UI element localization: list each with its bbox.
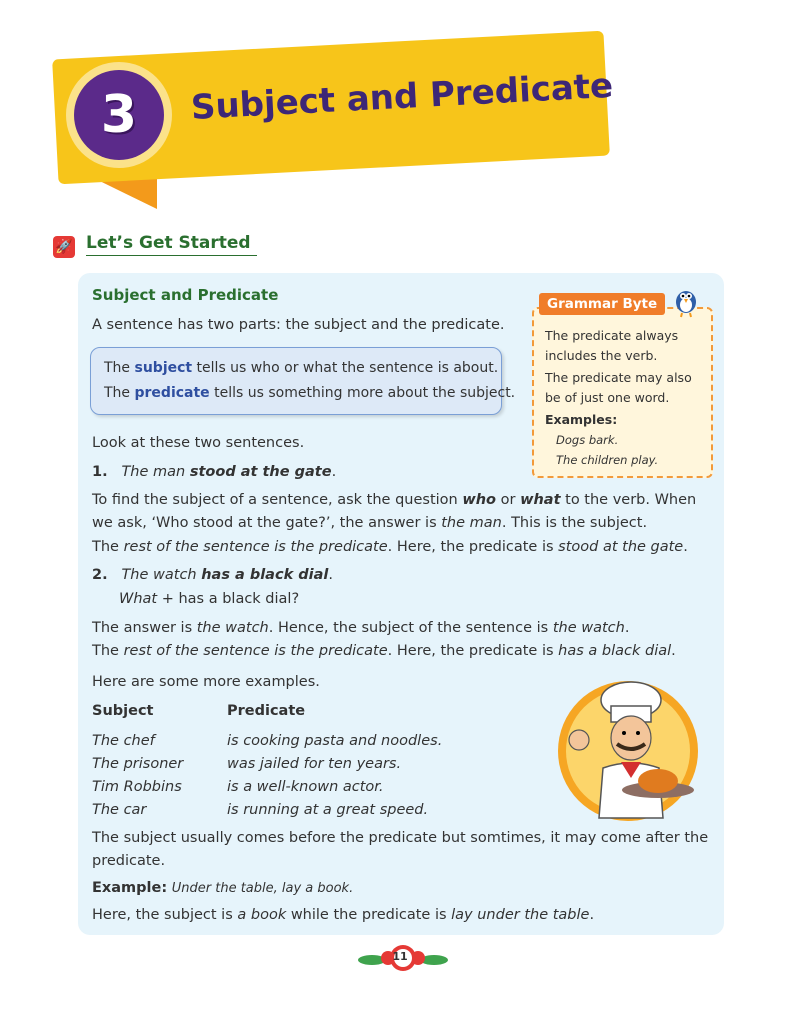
- intro-text: A sentence has two parts: the subject an…: [92, 317, 505, 333]
- paragraph-7: Here, the subject is a book while the pr…: [92, 907, 595, 923]
- grammar-byte-label: Grammar Byte: [539, 293, 666, 315]
- gb-example: Dogs bark.: [556, 433, 619, 447]
- grammar-byte-box: The predicate always includes the verb. …: [532, 307, 713, 478]
- table-cell-subject: The car: [92, 802, 147, 818]
- paragraph-4: The answer is the watch. Hence, the subj…: [92, 620, 630, 636]
- paragraph-2: we ask, ‘Who stood at the gate?’, the an…: [92, 515, 648, 531]
- example-1: 1. The man stood at the gate.: [92, 464, 337, 480]
- definition-subject: The subject tells us who or what the sen…: [104, 360, 499, 376]
- table-cell-predicate: was jailed for ten years.: [227, 756, 402, 772]
- table-cell-predicate: is running at a great speed.: [227, 802, 429, 818]
- bird-icon: [676, 291, 696, 318]
- table-cell-subject: Tim Robbins: [92, 779, 182, 795]
- chef-illustration: [558, 681, 698, 821]
- paragraph-6b: predicate.: [92, 853, 166, 869]
- table-cell-predicate: is a well-known actor.: [227, 779, 384, 795]
- page-number: 11: [392, 950, 408, 963]
- definition-predicate: The predicate tells us something more ab…: [104, 385, 516, 401]
- paragraph-1: To find the subject of a sentence, ask t…: [92, 492, 697, 508]
- section-heading: Let’s Get Started: [86, 233, 257, 256]
- gb-line: be of just one word.: [545, 390, 670, 405]
- example-line: Example: Under the table, lay a book.: [92, 880, 354, 896]
- example-2-question: What + has a black dial?: [119, 591, 300, 607]
- gb-examples-label: Examples:: [545, 412, 618, 427]
- table-cell-subject: The prisoner: [92, 756, 184, 772]
- table-header-predicate: Predicate: [227, 703, 306, 719]
- table-cell-predicate: is cooking pasta and noodles.: [227, 733, 443, 749]
- definition-box: [90, 347, 502, 415]
- table-cell-subject: The chef: [92, 733, 155, 749]
- paragraph-5: The rest of the sentence is the predicat…: [92, 643, 676, 659]
- gb-example: The children play.: [556, 453, 659, 467]
- gb-line: The predicate always: [545, 328, 679, 343]
- gb-line: includes the verb.: [545, 348, 658, 363]
- rocket-icon: 🚀: [53, 236, 75, 258]
- gb-line: The predicate may also: [545, 370, 692, 385]
- chapter-number: 3: [74, 70, 164, 160]
- paragraph-6a: The subject usually comes before the pre…: [92, 830, 709, 846]
- table-header-subject: Subject: [92, 703, 154, 719]
- example-2: 2. The watch has a black dial.: [92, 567, 333, 583]
- more-examples-text: Here are some more examples.: [92, 674, 320, 690]
- subheading: Subject and Predicate: [92, 286, 279, 304]
- look-text: Look at these two sentences.: [92, 435, 305, 451]
- paragraph-3: The rest of the sentence is the predicat…: [92, 539, 688, 555]
